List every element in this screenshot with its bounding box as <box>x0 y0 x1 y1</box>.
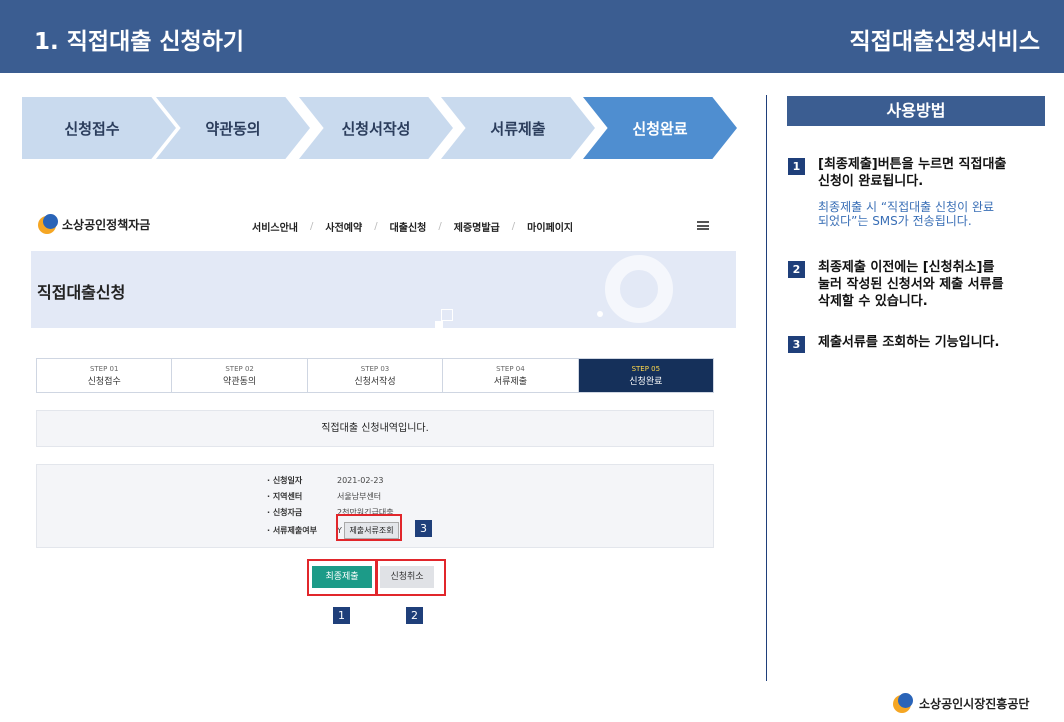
site-logo[interactable]: 소상공인정책자금 <box>38 214 150 234</box>
step-label: 신청완료 <box>629 376 663 387</box>
nav-item-mypage[interactable]: 마이페이지 <box>527 219 573 234</box>
callout-3: 3 <box>415 520 432 537</box>
decorative-square <box>435 321 443 328</box>
site-logo-text: 소상공인정책자금 <box>62 217 151 232</box>
detail-value: 2021-02-23 <box>337 476 384 485</box>
banner-title: 직접대출신청 <box>37 283 126 302</box>
step-3: STEP 03 신청서작성 <box>307 359 444 392</box>
step-label: 신청접수 <box>87 376 121 387</box>
highlight-check-docs <box>336 514 402 541</box>
usage-text: [최종제출]버튼을 누르면 직접대출 신청이 완료됩니다. <box>818 157 1007 189</box>
nav-item-loan-application[interactable]: 대출신청 <box>390 219 427 234</box>
header-bar: 1. 직접대출 신청하기 직접대출신청서비스 <box>0 0 1064 73</box>
step-number: STEP 01 <box>89 364 119 373</box>
decorative-square <box>441 309 453 321</box>
usage-item-3: 3 제출서류를 조회하는 기능입니다. <box>788 334 1050 353</box>
step-number: STEP 04 <box>496 364 525 373</box>
step-number: STEP 02 <box>225 364 254 373</box>
highlight-final-submit <box>307 559 377 596</box>
step-number: STEP 03 <box>360 364 390 373</box>
nav-separator: / <box>374 221 378 232</box>
nav-item-certificates[interactable]: 제증명발급 <box>454 219 500 234</box>
decorative-dot <box>597 311 603 317</box>
process-step-3: 신청서작성 <box>299 97 453 159</box>
footer-logo: 소상공인시장진흥공단 <box>893 693 1029 713</box>
detail-row-center: · 지역센터 서울남부센터 <box>267 491 381 502</box>
usage-item-1: 1 [최종제출]버튼을 누르면 직접대출 신청이 완료됩니다. 최종제출 시 “… <box>788 156 1050 228</box>
footer-org-name: 소상공인시장진흥공단 <box>919 696 1030 711</box>
application-notice: 직접대출 신청내역입니다. <box>36 410 714 447</box>
detail-label: · 서류제출여부 <box>267 526 317 535</box>
hamburger-menu-icon[interactable] <box>697 221 709 230</box>
step-indicator: STEP 01 신청접수 STEP 02 약관동의 STEP 03 신청서작성 STE… <box>36 358 714 393</box>
usage-item-2: 2 최종제출 이전에는 [신청취소]를 눌러 작성된 신청서와 제출 서류를 삭… <box>788 259 1050 310</box>
callout-1: 1 <box>333 607 350 624</box>
nav-item-pre-reservation[interactable]: 사전예약 <box>325 219 362 234</box>
usage-subtext: 최종제출 시 “직접대출 신청이 완료 되었다”는 SMS가 전송됩니다. <box>818 200 995 228</box>
usage-text: 제출서류를 조회하는 기능입니다. <box>818 335 1000 350</box>
usage-number: 2 <box>788 261 805 278</box>
process-step-5: 신청완료 <box>583 97 737 159</box>
step-label: 서류제출 <box>493 376 527 387</box>
step-1: STEP 01 신청접수 <box>37 359 173 392</box>
nav-separator: / <box>310 221 314 232</box>
detail-label: · 지역센터 <box>267 492 303 501</box>
nav-item-service-info[interactable]: 서비스안내 <box>252 219 298 234</box>
usage-title: 사용방법 <box>787 96 1045 126</box>
highlight-cancel <box>376 559 446 596</box>
step-2: STEP 02 약관동의 <box>172 359 308 392</box>
nav-separator: / <box>438 221 442 232</box>
nav-separator: / <box>511 221 516 232</box>
site-nav: 서비스안내 / 사전예약 / 대출신청 / 제증명발급 / 마이페이지 <box>252 219 573 234</box>
page-title: 1. 직접대출 신청하기 <box>34 29 245 55</box>
step-5-active: STEP 05 신청완료 <box>578 359 714 392</box>
page-banner: 직접대출신청 <box>31 251 736 328</box>
vertical-divider <box>766 95 767 681</box>
detail-label: · 신청일자 <box>267 476 303 485</box>
step-label: 약관동의 <box>223 376 257 387</box>
step-label: 신청서작성 <box>354 376 396 387</box>
usage-number: 1 <box>788 158 805 175</box>
process-step-2: 약관동의 <box>156 97 310 159</box>
usage-text: 최종제출 이전에는 [신청취소]를 눌러 작성된 신청서와 제출 서류를 삭제할… <box>818 260 1004 309</box>
decorative-ring <box>605 255 673 323</box>
logo-icon <box>38 214 58 234</box>
service-title: 직접대출신청서비스 <box>849 29 1040 55</box>
process-step-4: 서류제출 <box>441 97 595 159</box>
process-step-1: 신청접수 <box>22 97 176 159</box>
step-number: STEP 05 <box>631 364 661 373</box>
detail-value: 서울남부센터 <box>337 492 382 501</box>
logo-icon <box>893 693 913 713</box>
step-4: STEP 04 서류제출 <box>443 359 579 392</box>
detail-row-date: · 신청일자 2021-02-23 <box>267 475 384 486</box>
detail-label: · 신청자금 <box>267 508 303 517</box>
callout-2: 2 <box>406 607 423 624</box>
usage-number: 3 <box>788 336 805 353</box>
